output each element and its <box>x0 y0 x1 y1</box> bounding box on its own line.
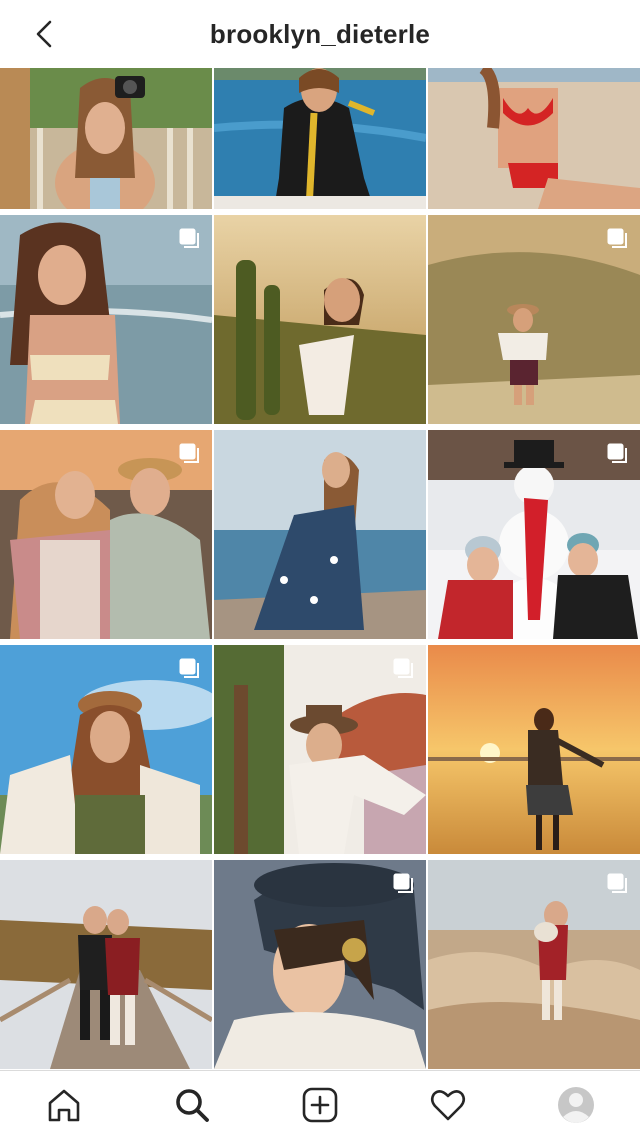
post-tile[interactable] <box>0 215 212 424</box>
post-tile[interactable] <box>428 430 640 639</box>
multiple-photos-icon <box>393 658 413 678</box>
post-thumbnail <box>428 68 640 209</box>
post-thumbnail <box>428 645 640 854</box>
post-tile[interactable] <box>0 645 212 854</box>
profile-username: brooklyn_dieterle <box>209 18 431 49</box>
tab-new-post[interactable] <box>292 1077 348 1133</box>
home-icon <box>48 1089 80 1121</box>
post-tile[interactable] <box>214 215 426 424</box>
post-tile[interactable] <box>214 860 426 1069</box>
post-tile[interactable] <box>0 860 212 1069</box>
post-tile[interactable] <box>428 860 640 1069</box>
top-bar: brooklyn_dieterle <box>0 0 640 68</box>
post-tile[interactable] <box>0 68 212 209</box>
tab-home[interactable] <box>36 1077 92 1133</box>
post-thumbnail <box>0 860 212 1069</box>
tab-profile[interactable] <box>548 1077 604 1133</box>
post-tile[interactable] <box>214 68 426 209</box>
search-icon <box>176 1088 209 1122</box>
post-tile[interactable] <box>214 645 426 854</box>
tab-activity[interactable] <box>420 1077 476 1133</box>
multiple-photos-icon <box>607 228 627 248</box>
multiple-photos-icon <box>393 873 413 893</box>
avatar-icon <box>558 1086 594 1123</box>
post-thumbnail <box>214 430 426 639</box>
back-button[interactable] <box>28 16 64 52</box>
post-tile[interactable] <box>0 430 212 639</box>
post-tile[interactable] <box>428 68 640 209</box>
multiple-photos-icon <box>179 228 199 248</box>
multiple-photos-icon <box>179 658 199 678</box>
heart-icon <box>430 1089 466 1120</box>
post-tile[interactable] <box>428 215 640 424</box>
multiple-photos-icon <box>607 443 627 463</box>
chevron-left-icon <box>36 20 52 48</box>
post-thumbnail <box>214 68 426 209</box>
post-thumbnail <box>214 215 426 424</box>
plus-square-icon <box>302 1087 338 1122</box>
post-tile[interactable] <box>428 645 640 854</box>
bottom-tab-bar <box>0 1070 640 1138</box>
post-tile[interactable] <box>214 430 426 639</box>
multiple-photos-icon <box>607 873 627 893</box>
post-thumbnail <box>0 68 212 209</box>
tab-search[interactable] <box>164 1077 220 1133</box>
multiple-photos-icon <box>179 443 199 463</box>
posts-grid <box>0 68 640 1070</box>
